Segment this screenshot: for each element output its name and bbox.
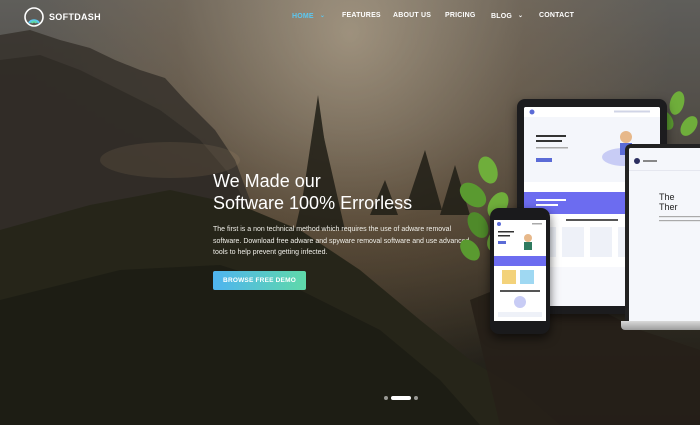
brand-logo[interactable]: SOFTDASH [24, 7, 101, 27]
hero-description: The first is a non technical method whic… [213, 226, 470, 256]
hero-headline: We Made our Software 100% Errorless [213, 170, 412, 214]
svg-text:Ther: Ther [659, 202, 678, 212]
slider-dot-active[interactable] [391, 396, 411, 400]
browse-free-demo-button[interactable]: BROWSE FREE DEMO [213, 271, 306, 290]
laptop-screen-illustration: The Ther [629, 148, 700, 326]
hero-headline-line2: Software 100% Errorless [213, 193, 413, 213]
nav-item-blog[interactable]: BLOG ⌄ [491, 12, 523, 20]
svg-text:The: The [659, 192, 675, 202]
brand-name: SOFTDASH [49, 12, 101, 22]
nav-item-blog-label: BLOG [491, 13, 513, 20]
laptop-base [621, 321, 700, 330]
nav-item-contact[interactable]: CONTACT [539, 12, 574, 19]
nav-item-home[interactable]: HOME ⌄ [292, 12, 325, 20]
nav-item-pricing[interactable]: PRICING [445, 12, 476, 19]
phone-screen-illustration [494, 220, 546, 321]
chevron-down-icon: ⌄ [319, 13, 326, 19]
slider-dot[interactable] [414, 396, 418, 400]
hero-headline-line1: We Made our [213, 171, 321, 191]
nav-item-features[interactable]: FEATURES [342, 12, 381, 19]
slider-dot[interactable] [384, 396, 388, 400]
nav-item-home-label: HOME [292, 13, 314, 20]
chevron-down-icon: ⌄ [518, 13, 524, 19]
top-navbar: SOFTDASH HOME ⌄ FEATURES ABOUT US PRICING… [0, 0, 700, 34]
laptop-mockup: The Ther [621, 140, 700, 330]
arc-logo-icon [24, 7, 44, 27]
slider-pagination [384, 396, 418, 400]
nav-item-about-us[interactable]: ABOUT US [393, 12, 431, 19]
phone-mockup [490, 208, 550, 334]
hero-section: SOFTDASH HOME ⌄ FEATURES ABOUT US PRICING… [0, 0, 700, 425]
phone-screen [494, 220, 546, 321]
laptop-screen: The Ther [625, 144, 700, 330]
